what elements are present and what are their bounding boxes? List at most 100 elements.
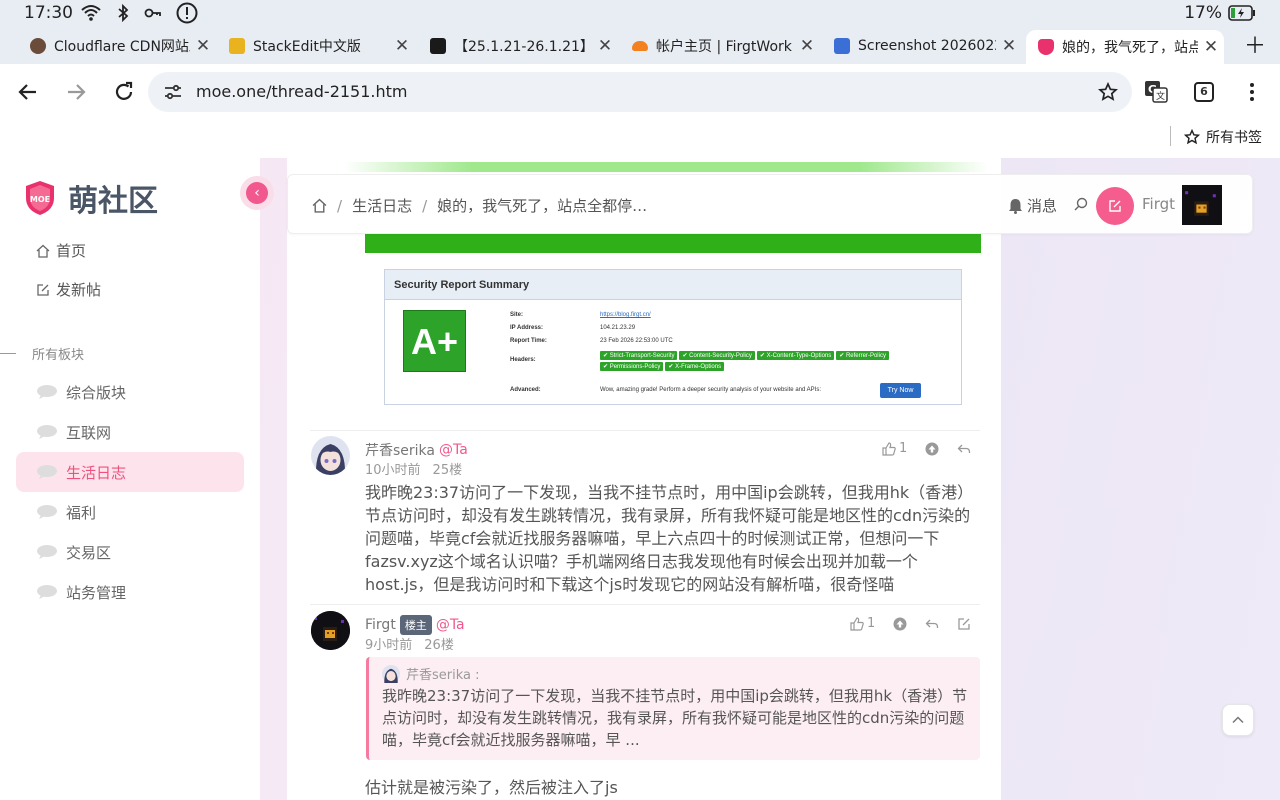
like-button[interactable]: 1 bbox=[850, 616, 875, 631]
translate-icon[interactable]: G文 bbox=[1144, 80, 1168, 104]
post-body: 估计就是被污染了，然后被注入了js bbox=[365, 778, 618, 797]
key-icon bbox=[144, 8, 161, 18]
forum-header: / 生活日志 / 娘的，我气死了，站点全都停… 消息 Firgt bbox=[287, 162, 1253, 234]
bookmarks-bar: 所有书签 bbox=[0, 120, 1280, 158]
chat-bubble-icon bbox=[37, 545, 57, 559]
mention-link[interactable]: @Ta bbox=[436, 617, 465, 633]
post-meta: 10小时前 25楼 bbox=[365, 459, 462, 478]
like-button[interactable]: 1 bbox=[882, 441, 907, 456]
sidebar-item-site-admin[interactable]: 站务管理 bbox=[16, 572, 244, 612]
edit-icon[interactable] bbox=[957, 617, 971, 631]
headers-label: Headers: bbox=[510, 357, 536, 363]
avatar[interactable] bbox=[311, 611, 350, 650]
svg-text:文: 文 bbox=[1156, 90, 1165, 102]
more-menu-icon[interactable] bbox=[1240, 80, 1264, 104]
thumbs-up-icon bbox=[882, 441, 896, 456]
close-icon[interactable]: ✕ bbox=[592, 36, 618, 56]
divider bbox=[310, 604, 980, 605]
reply-icon[interactable] bbox=[957, 442, 971, 456]
author-name[interactable]: Firgt bbox=[365, 617, 396, 633]
mention-link[interactable]: @Ta bbox=[439, 442, 468, 458]
new-post-button[interactable] bbox=[1096, 187, 1134, 225]
messages-label: 消息 bbox=[1027, 197, 1058, 215]
all-bookmarks-button[interactable]: 所有书签 bbox=[1184, 127, 1262, 147]
reply-icon[interactable] bbox=[925, 617, 939, 631]
ip-value: 104.21.23.29 bbox=[600, 325, 636, 331]
reload-icon[interactable] bbox=[112, 80, 136, 104]
tab-cloudflare[interactable]: Cloudflare CDN网站跳转… ✕ bbox=[18, 30, 216, 62]
nav-new-post-label: 发新帖 bbox=[56, 281, 102, 299]
search-icon[interactable] bbox=[1074, 197, 1088, 211]
address-bar[interactable]: moe.one/thread-2151.htm bbox=[148, 72, 1132, 112]
back-arrow-icon[interactable] bbox=[16, 80, 40, 104]
close-icon[interactable]: ✕ bbox=[389, 36, 415, 56]
dark-favicon bbox=[430, 38, 446, 54]
quoted-post: 芹香serika : 我昨晚23:37访问了一下发现，当我不挂节点时，用中国ip… bbox=[366, 657, 980, 760]
user-avatar[interactable] bbox=[1182, 185, 1222, 225]
all-bookmarks-label: 所有书签 bbox=[1206, 130, 1262, 146]
forward-arrow-icon[interactable] bbox=[64, 80, 88, 104]
nav-home[interactable]: 首页 bbox=[36, 240, 86, 261]
upvote-icon[interactable] bbox=[893, 617, 907, 631]
breadcrumb-separator: / bbox=[337, 196, 343, 215]
quote-author: 芹香serika : bbox=[382, 664, 480, 683]
post-time: 9小时前 bbox=[365, 638, 413, 653]
tab-strip: Cloudflare CDN网站跳转… ✕ StackEdit中文版 ✕ 【25… bbox=[0, 26, 1280, 64]
tab-screenshot[interactable]: Screenshot 20260224… ✕ bbox=[822, 30, 1022, 62]
sidebar-item-internet[interactable]: 互联网 bbox=[16, 412, 244, 452]
anime-avatar-image bbox=[311, 436, 350, 475]
try-now-button: Try Now bbox=[880, 383, 921, 398]
home-icon[interactable] bbox=[312, 198, 327, 213]
chat-bubble-icon bbox=[37, 505, 57, 519]
sidebar-item-trade[interactable]: 交易区 bbox=[16, 532, 244, 572]
sidebar-item-label: 综合版块 bbox=[66, 383, 127, 402]
logo-text: MOE bbox=[30, 195, 50, 204]
header-badge: ✔ Strict-Transport-Security bbox=[600, 351, 678, 360]
author-name[interactable]: 芹香serika bbox=[365, 440, 435, 460]
close-icon[interactable]: ✕ bbox=[190, 36, 216, 56]
header-badge: ✔ Permissions-Policy bbox=[600, 362, 664, 371]
security-report-image: Security Report Summary A+ Site: https:/… bbox=[384, 269, 962, 405]
headers-list: ✔ Strict-Transport-Security ✔ Content-Se… bbox=[600, 351, 930, 371]
moe-shield-logo: MOE bbox=[26, 181, 54, 215]
nav-new-post[interactable]: 发新帖 bbox=[36, 279, 101, 300]
sidebar-collapse-button[interactable]: ‹ bbox=[240, 176, 274, 210]
tab-switcher-button[interactable]: 6 bbox=[1194, 82, 1214, 102]
chat-bubble-icon bbox=[37, 465, 57, 479]
header-glow bbox=[344, 162, 988, 172]
screenshot-image-top bbox=[365, 234, 981, 253]
like-count: 1 bbox=[899, 441, 908, 456]
close-icon[interactable]: ✕ bbox=[1198, 37, 1224, 57]
sidebar-item-general[interactable]: 综合版块 bbox=[16, 372, 244, 412]
breadcrumb-section[interactable]: 生活日志 bbox=[352, 195, 412, 216]
site-logo[interactable]: MOE 萌社区 bbox=[24, 176, 158, 220]
edit-icon bbox=[37, 283, 49, 296]
forums-section-title: 所有板块 bbox=[0, 344, 84, 363]
bookmark-star-icon[interactable] bbox=[1098, 82, 1118, 102]
bluetooth-icon bbox=[118, 4, 129, 22]
tab-current-thread[interactable]: 娘的，我气死了，站点… ✕ bbox=[1026, 30, 1224, 64]
site-settings-icon[interactable] bbox=[164, 84, 182, 100]
sidebar-item-welfare[interactable]: 福利 bbox=[16, 492, 244, 532]
avatar[interactable] bbox=[311, 436, 350, 475]
tab-anniversary[interactable]: 【25.1.21-26.1.21】我… ✕ bbox=[418, 30, 618, 62]
header-badge: ✔ X-Content-Type-Options bbox=[756, 351, 835, 360]
bell-icon bbox=[1009, 198, 1022, 214]
upvote-icon[interactable] bbox=[925, 442, 939, 456]
sidebar: MOE 萌社区 首页 发新帖 所有板块 综合版块 互联网 生活日志 福利 交易区… bbox=[0, 158, 260, 800]
close-icon[interactable]: ✕ bbox=[794, 36, 820, 56]
tab-stackedit[interactable]: StackEdit中文版 ✕ bbox=[217, 30, 415, 62]
url-text[interactable]: moe.one/thread-2151.htm bbox=[196, 82, 408, 101]
battery-charging-icon bbox=[1228, 5, 1255, 21]
username[interactable]: Firgt bbox=[1142, 195, 1175, 213]
close-icon[interactable]: ✕ bbox=[996, 36, 1022, 56]
tab-cloudflare-account[interactable]: 帐户主页 | FirgtWork | C… ✕ bbox=[620, 30, 820, 62]
new-tab-icon[interactable]: ＋ bbox=[1244, 28, 1266, 60]
scroll-to-top-button[interactable] bbox=[1222, 704, 1254, 736]
breadcrumb: / 生活日志 / 娘的，我气死了，站点全都停… bbox=[312, 195, 647, 216]
messages-button[interactable]: 消息 bbox=[1008, 195, 1057, 216]
post-author: 芹香serika @Ta bbox=[365, 440, 468, 460]
sidebar-item-life-log[interactable]: 生活日志 bbox=[16, 452, 244, 492]
post-floor: 25楼 bbox=[432, 463, 463, 478]
nav-home-label: 首页 bbox=[56, 242, 87, 260]
